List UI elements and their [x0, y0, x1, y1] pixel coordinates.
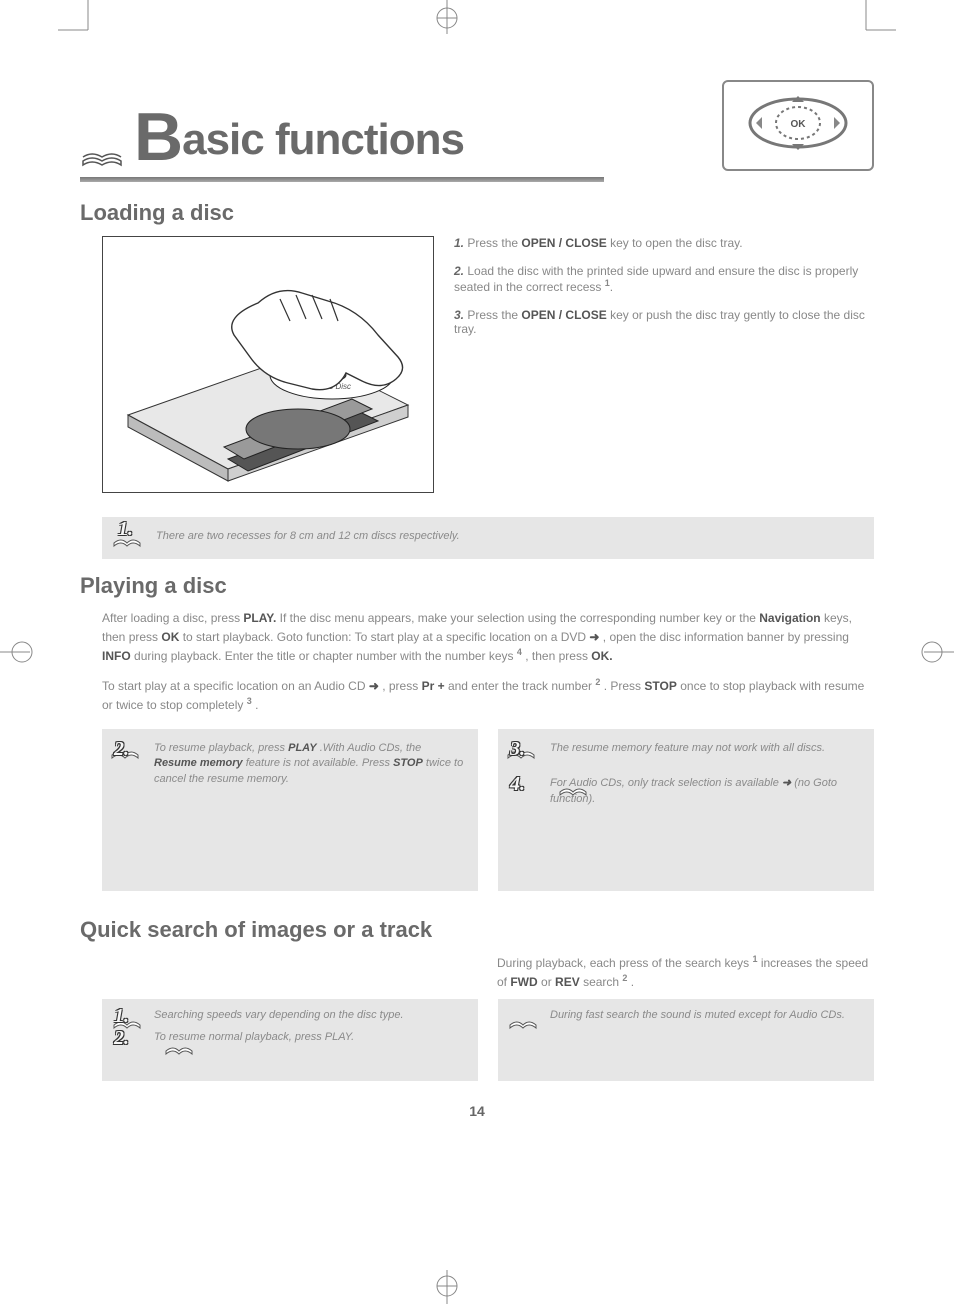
note-icon — [164, 1031, 194, 1060]
page-title-block: Basic functions — [80, 103, 464, 171]
book-icon — [80, 137, 124, 171]
section-heading-loading: Loading a disc — [80, 200, 874, 226]
section-heading-quicksearch: Quick search of images or a track — [80, 917, 874, 943]
loading-note: 1. There are two recesses for 8 cm and 1… — [102, 517, 874, 559]
title-underline — [80, 177, 604, 182]
disc-loading-illustration: Thomson Digital Video Disc DVD — [102, 236, 434, 493]
section-heading-playing: Playing a disc — [80, 573, 874, 599]
page-title: Basic functions — [134, 103, 464, 171]
arrow-icon: ➜ — [782, 777, 791, 789]
quicksearch-text: During playback, each press of the searc… — [102, 953, 874, 991]
note-icon — [508, 1005, 538, 1034]
note-icon — [558, 772, 588, 803]
arrow-icon: ➜ — [369, 679, 379, 693]
page-number: 14 — [80, 1103, 874, 1119]
svg-text:OK: OK — [791, 119, 807, 130]
arrow-icon: ➜ — [589, 630, 599, 644]
quicksearch-notes: 1. Searching speeds vary depending on th… — [102, 999, 874, 1081]
loading-steps: 1. Press the OPEN / CLOSE key to open th… — [454, 236, 874, 493]
ok-dpad-illustration: OK — [722, 80, 874, 171]
playing-notes: 2. To resume playback, press PLAY .With … — [102, 729, 874, 891]
page-content: Basic functions OK Loading a disc — [50, 20, 904, 1149]
playing-paragraphs: After loading a disc, press PLAY. If the… — [102, 609, 874, 715]
